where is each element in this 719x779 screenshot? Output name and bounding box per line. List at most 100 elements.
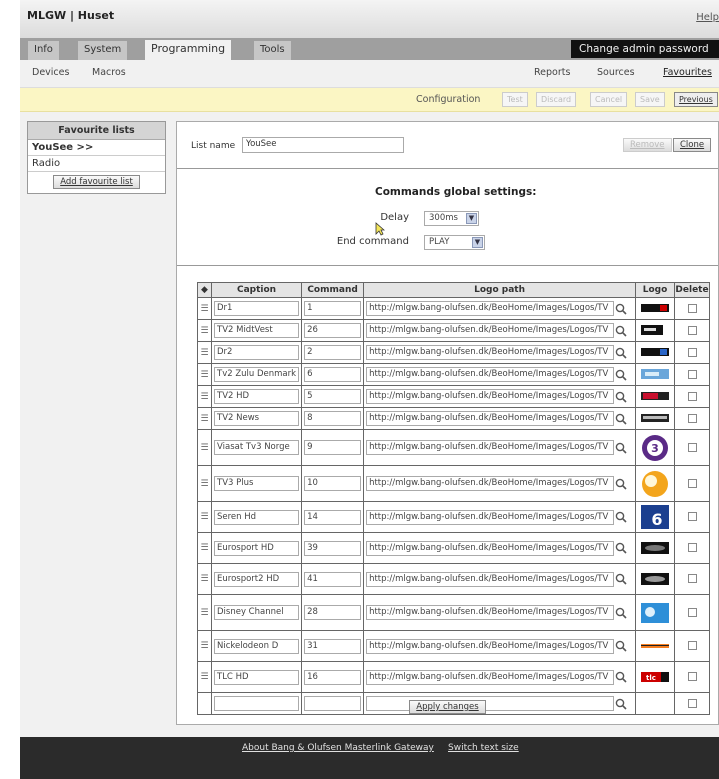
discard-button[interactable]: Discard xyxy=(536,92,577,107)
switch-text-size-link[interactable]: Switch text size xyxy=(448,743,519,753)
subnav-favourites[interactable]: Favourites xyxy=(663,67,712,78)
drag-handle-icon[interactable]: ☰ xyxy=(197,661,212,693)
logo-path-input[interactable]: http://mlgw.bang-olufsen.dk/BeoHome/Imag… xyxy=(366,476,615,491)
delete-checkbox[interactable] xyxy=(687,303,697,313)
favourite-list-yousee[interactable]: YouSee >> xyxy=(28,140,165,156)
list-name-input[interactable]: YouSee xyxy=(242,137,404,153)
tab-system[interactable]: System xyxy=(78,41,128,60)
delete-checkbox[interactable] xyxy=(687,607,697,617)
logo-path-input[interactable]: http://mlgw.bang-olufsen.dk/BeoHome/Imag… xyxy=(366,605,615,620)
drag-handle-icon[interactable]: ☰ xyxy=(197,363,212,386)
caption-input[interactable]: Eurosport2 HD xyxy=(214,571,300,587)
search-icon[interactable] xyxy=(614,640,627,652)
search-icon[interactable] xyxy=(614,542,627,554)
caption-input[interactable]: Dr2 xyxy=(214,345,300,360)
subnav-reports[interactable]: Reports xyxy=(534,67,570,78)
logo-path-input[interactable]: http://mlgw.bang-olufsen.dk/BeoHome/Imag… xyxy=(366,509,615,525)
caption-input[interactable]: Tv2 Zulu Denmark xyxy=(214,367,300,382)
caption-input[interactable]: Nickelodeon D xyxy=(214,638,300,654)
search-icon[interactable] xyxy=(614,391,627,403)
search-icon[interactable] xyxy=(614,607,627,619)
command-input[interactable]: 41 xyxy=(304,571,362,587)
search-icon[interactable] xyxy=(614,511,627,523)
caption-input[interactable]: Eurosport HD xyxy=(214,540,300,556)
drag-handle-icon[interactable]: ☰ xyxy=(197,630,212,662)
drag-handle-icon[interactable]: ☰ xyxy=(197,407,212,430)
drag-handle-icon[interactable]: ☰ xyxy=(197,563,212,595)
delete-checkbox[interactable] xyxy=(687,347,697,357)
previous-button[interactable]: Previous xyxy=(674,92,718,107)
caption-input[interactable]: TLC HD xyxy=(214,669,300,685)
command-input[interactable]: 6 xyxy=(304,367,362,382)
delete-checkbox[interactable] xyxy=(687,478,697,488)
tab-info[interactable]: Info xyxy=(28,41,59,60)
drag-handle-icon[interactable]: ☰ xyxy=(197,465,212,502)
search-icon[interactable] xyxy=(614,573,627,585)
drag-handle-icon[interactable]: ☰ xyxy=(197,319,212,342)
logo-path-input[interactable]: http://mlgw.bang-olufsen.dk/BeoHome/Imag… xyxy=(366,411,615,426)
command-input[interactable]: 1 xyxy=(304,301,362,316)
logo-path-input[interactable]: http://mlgw.bang-olufsen.dk/BeoHome/Imag… xyxy=(366,323,615,338)
search-icon[interactable] xyxy=(614,325,627,337)
delete-checkbox[interactable] xyxy=(687,543,697,552)
logo-path-input[interactable]: http://mlgw.bang-olufsen.dk/BeoHome/Imag… xyxy=(366,389,615,404)
save-button[interactable]: Save xyxy=(635,92,665,107)
command-input[interactable]: 16 xyxy=(304,669,362,685)
search-icon[interactable] xyxy=(614,347,627,359)
caption-input[interactable]: TV2 HD xyxy=(214,389,300,404)
test-button[interactable]: Test xyxy=(502,92,528,107)
sort-column-header[interactable]: ◆ xyxy=(197,282,212,298)
logo-path-input[interactable]: http://mlgw.bang-olufsen.dk/BeoHome/Imag… xyxy=(366,440,615,455)
command-input[interactable]: 26 xyxy=(304,323,362,338)
delete-checkbox[interactable] xyxy=(687,574,697,583)
remove-button[interactable]: Remove xyxy=(623,138,672,152)
search-icon[interactable] xyxy=(614,442,627,454)
logo-path-input[interactable]: http://mlgw.bang-olufsen.dk/BeoHome/Imag… xyxy=(366,345,615,360)
logo-path-input[interactable]: http://mlgw.bang-olufsen.dk/BeoHome/Imag… xyxy=(366,571,615,587)
subnav-macros[interactable]: Macros xyxy=(92,67,126,78)
delete-checkbox[interactable] xyxy=(687,672,697,681)
apply-changes-button[interactable]: Apply changes xyxy=(409,700,486,714)
drag-handle-icon[interactable]: ☰ xyxy=(197,385,212,408)
search-icon[interactable] xyxy=(614,671,627,683)
favourite-list-radio[interactable]: Radio xyxy=(28,156,165,172)
logo-path-input[interactable]: http://mlgw.bang-olufsen.dk/BeoHome/Imag… xyxy=(366,301,615,316)
search-icon[interactable] xyxy=(614,413,627,425)
tab-tools[interactable]: Tools xyxy=(254,41,291,60)
subnav-sources[interactable]: Sources xyxy=(597,67,635,78)
command-input[interactable]: 10 xyxy=(304,476,362,491)
drag-handle-icon[interactable]: ☰ xyxy=(197,594,212,631)
about-link[interactable]: About Bang & Olufsen Masterlink Gateway xyxy=(242,743,434,753)
delete-checkbox[interactable] xyxy=(687,325,697,335)
caption-input[interactable]: Viasat Tv3 Norge xyxy=(214,440,300,455)
caption-input[interactable]: Dr1 xyxy=(214,301,300,316)
caption-input[interactable]: TV2 MidtVest xyxy=(214,323,300,338)
command-input[interactable]: 5 xyxy=(304,389,362,404)
command-input[interactable]: 9 xyxy=(304,440,362,455)
clone-button[interactable]: Clone xyxy=(673,138,712,152)
drag-handle-icon[interactable]: ☰ xyxy=(197,429,212,466)
command-input[interactable]: 28 xyxy=(304,605,362,620)
search-icon[interactable] xyxy=(614,478,627,490)
cancel-button[interactable]: Cancel xyxy=(590,92,628,107)
add-favourite-list-button[interactable]: Add favourite list xyxy=(53,175,140,189)
help-link[interactable]: Help xyxy=(696,12,719,23)
command-input[interactable]: 8 xyxy=(304,411,362,426)
delay-select[interactable]: 300ms ▼ xyxy=(424,211,479,226)
command-input[interactable]: 14 xyxy=(304,509,362,525)
logo-path-input[interactable]: http://mlgw.bang-olufsen.dk/BeoHome/Imag… xyxy=(366,669,615,685)
command-input[interactable]: 31 xyxy=(304,638,362,654)
caption-input[interactable]: Seren Hd xyxy=(214,509,300,525)
tab-programming[interactable]: Programming xyxy=(145,40,232,60)
caption-input[interactable]: TV2 News xyxy=(214,411,300,426)
end-command-select[interactable]: PLAY ▼ xyxy=(424,235,485,250)
delete-checkbox[interactable] xyxy=(687,413,697,423)
caption-input[interactable]: Disney Channel xyxy=(214,605,300,620)
drag-handle-icon[interactable]: ☰ xyxy=(197,341,212,364)
caption-input[interactable]: TV3 Plus xyxy=(214,476,300,491)
delete-checkbox[interactable] xyxy=(687,442,697,452)
drag-handle-icon[interactable]: ☰ xyxy=(197,501,212,533)
command-input[interactable]: 39 xyxy=(304,540,362,556)
delete-checkbox[interactable] xyxy=(687,641,697,650)
logo-path-input[interactable]: http://mlgw.bang-olufsen.dk/BeoHome/Imag… xyxy=(366,367,615,382)
